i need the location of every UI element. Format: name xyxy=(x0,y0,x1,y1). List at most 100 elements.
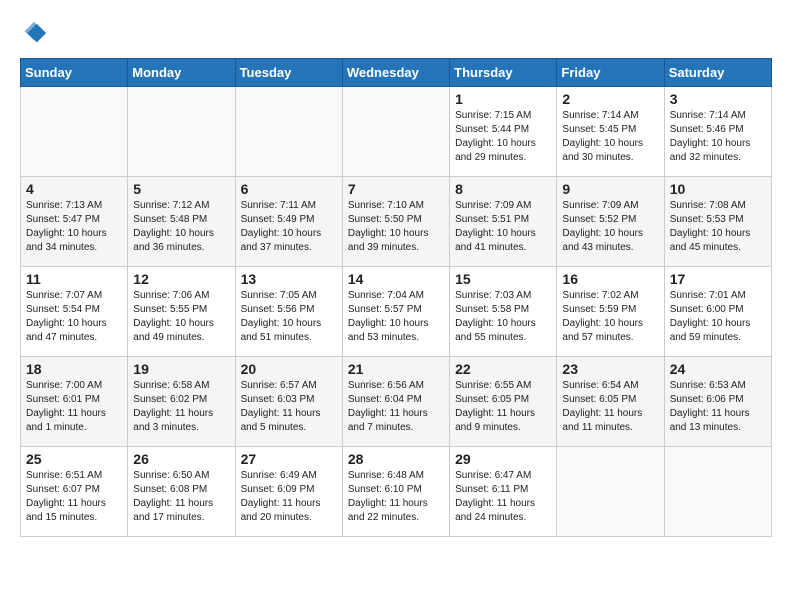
day-info: Sunrise: 6:48 AMSunset: 6:10 PMDaylight:… xyxy=(348,469,444,525)
calendar-cell: 19 Sunrise: 6:58 AMSunset: 6:02 PMDayligh… xyxy=(128,357,235,447)
day-info: Sunrise: 6:47 AMSunset: 6:11 PMDaylight:… xyxy=(455,469,551,525)
day-number: 15 xyxy=(455,271,551,287)
calendar-header: SundayMondayTuesdayWednesdayThursdayFrid… xyxy=(21,59,772,87)
calendar-cell xyxy=(128,87,235,177)
weekday-header-thursday: Thursday xyxy=(450,59,557,87)
calendar-cell: 20 Sunrise: 6:57 AMSunset: 6:03 PMDayligh… xyxy=(235,357,342,447)
day-info: Sunrise: 6:51 AMSunset: 6:07 PMDaylight:… xyxy=(26,469,122,525)
day-info: Sunrise: 7:09 AMSunset: 5:52 PMDaylight:… xyxy=(562,199,658,255)
day-info: Sunrise: 7:06 AMSunset: 5:55 PMDaylight:… xyxy=(133,289,229,345)
day-number: 10 xyxy=(670,181,766,197)
calendar-cell: 28 Sunrise: 6:48 AMSunset: 6:10 PMDayligh… xyxy=(342,447,449,537)
day-info: Sunrise: 6:58 AMSunset: 6:02 PMDaylight:… xyxy=(133,379,229,435)
calendar-cell: 25 Sunrise: 6:51 AMSunset: 6:07 PMDayligh… xyxy=(21,447,128,537)
calendar-cell xyxy=(342,87,449,177)
day-info: Sunrise: 7:08 AMSunset: 5:53 PMDaylight:… xyxy=(670,199,766,255)
day-info: Sunrise: 7:14 AMSunset: 5:46 PMDaylight:… xyxy=(670,109,766,165)
day-number: 24 xyxy=(670,361,766,377)
day-number: 12 xyxy=(133,271,229,287)
day-number: 3 xyxy=(670,91,766,107)
day-info: Sunrise: 7:05 AMSunset: 5:56 PMDaylight:… xyxy=(241,289,337,345)
calendar-cell: 14 Sunrise: 7:04 AMSunset: 5:57 PMDayligh… xyxy=(342,267,449,357)
calendar-cell xyxy=(664,447,771,537)
calendar-week-row: 1Sunrise: 7:15 AMSunset: 5:44 PMDaylight… xyxy=(21,87,772,177)
calendar-cell: 13 Sunrise: 7:05 AMSunset: 5:56 PMDayligh… xyxy=(235,267,342,357)
day-info: Sunrise: 7:07 AMSunset: 5:54 PMDaylight:… xyxy=(26,289,122,345)
calendar-cell: 24 Sunrise: 6:53 AMSunset: 6:06 PMDayligh… xyxy=(664,357,771,447)
day-number: 17 xyxy=(670,271,766,287)
calendar-cell: 29 Sunrise: 6:47 AMSunset: 6:11 PMDayligh… xyxy=(450,447,557,537)
day-number: 25 xyxy=(26,451,122,467)
day-number: 29 xyxy=(455,451,551,467)
day-info: Sunrise: 6:56 AMSunset: 6:04 PMDaylight:… xyxy=(348,379,444,435)
day-info: Sunrise: 7:00 AMSunset: 6:01 PMDaylight:… xyxy=(26,379,122,435)
calendar-cell: 17 Sunrise: 7:01 AMSunset: 6:00 PMDayligh… xyxy=(664,267,771,357)
day-number: 9 xyxy=(562,181,658,197)
day-number: 8 xyxy=(455,181,551,197)
weekday-header-row: SundayMondayTuesdayWednesdayThursdayFrid… xyxy=(21,59,772,87)
weekday-header-sunday: Sunday xyxy=(21,59,128,87)
day-number: 16 xyxy=(562,271,658,287)
calendar-cell: 15 Sunrise: 7:03 AMSunset: 5:58 PMDayligh… xyxy=(450,267,557,357)
calendar-cell: 3 Sunrise: 7:14 AMSunset: 5:46 PMDaylight… xyxy=(664,87,771,177)
calendar-cell xyxy=(21,87,128,177)
day-info: Sunrise: 7:04 AMSunset: 5:57 PMDaylight:… xyxy=(348,289,444,345)
calendar-week-row: 25 Sunrise: 6:51 AMSunset: 6:07 PMDayligh… xyxy=(21,447,772,537)
logo-icon xyxy=(20,20,48,48)
day-info: Sunrise: 6:57 AMSunset: 6:03 PMDaylight:… xyxy=(241,379,337,435)
day-number: 21 xyxy=(348,361,444,377)
calendar-cell: 7 Sunrise: 7:10 AMSunset: 5:50 PMDaylight… xyxy=(342,177,449,267)
day-info: Sunrise: 6:55 AMSunset: 6:05 PMDaylight:… xyxy=(455,379,551,435)
day-info: Sunrise: 7:10 AMSunset: 5:50 PMDaylight:… xyxy=(348,199,444,255)
weekday-header-friday: Friday xyxy=(557,59,664,87)
day-info: Sunrise: 6:50 AMSunset: 6:08 PMDaylight:… xyxy=(133,469,229,525)
day-info: Sunrise: 7:02 AMSunset: 5:59 PMDaylight:… xyxy=(562,289,658,345)
calendar-cell: 16 Sunrise: 7:02 AMSunset: 5:59 PMDayligh… xyxy=(557,267,664,357)
day-number: 6 xyxy=(241,181,337,197)
day-info: Sunrise: 7:12 AMSunset: 5:48 PMDaylight:… xyxy=(133,199,229,255)
day-info: Sunrise: 7:11 AMSunset: 5:49 PMDaylight:… xyxy=(241,199,337,255)
day-number: 26 xyxy=(133,451,229,467)
day-number: 28 xyxy=(348,451,444,467)
day-number: 18 xyxy=(26,361,122,377)
day-info: Sunrise: 7:09 AMSunset: 5:51 PMDaylight:… xyxy=(455,199,551,255)
weekday-header-saturday: Saturday xyxy=(664,59,771,87)
calendar-week-row: 18 Sunrise: 7:00 AMSunset: 6:01 PMDayligh… xyxy=(21,357,772,447)
day-info: Sunrise: 7:01 AMSunset: 6:00 PMDaylight:… xyxy=(670,289,766,345)
calendar-cell: 10 Sunrise: 7:08 AMSunset: 5:53 PMDayligh… xyxy=(664,177,771,267)
calendar-cell: 1Sunrise: 7:15 AMSunset: 5:44 PMDaylight… xyxy=(450,87,557,177)
calendar-cell: 4 Sunrise: 7:13 AMSunset: 5:47 PMDaylight… xyxy=(21,177,128,267)
day-info: Sunrise: 6:54 AMSunset: 6:05 PMDaylight:… xyxy=(562,379,658,435)
weekday-header-monday: Monday xyxy=(128,59,235,87)
day-number: 1 xyxy=(455,91,551,107)
weekday-header-tuesday: Tuesday xyxy=(235,59,342,87)
calendar-cell: 6 Sunrise: 7:11 AMSunset: 5:49 PMDaylight… xyxy=(235,177,342,267)
calendar-cell xyxy=(235,87,342,177)
calendar-cell: 21 Sunrise: 6:56 AMSunset: 6:04 PMDayligh… xyxy=(342,357,449,447)
day-number: 7 xyxy=(348,181,444,197)
logo xyxy=(20,20,52,48)
calendar-cell: 26 Sunrise: 6:50 AMSunset: 6:08 PMDayligh… xyxy=(128,447,235,537)
day-number: 2 xyxy=(562,91,658,107)
day-number: 5 xyxy=(133,181,229,197)
day-info: Sunrise: 7:14 AMSunset: 5:45 PMDaylight:… xyxy=(562,109,658,165)
calendar-cell: 5 Sunrise: 7:12 AMSunset: 5:48 PMDaylight… xyxy=(128,177,235,267)
day-info: Sunrise: 6:53 AMSunset: 6:06 PMDaylight:… xyxy=(670,379,766,435)
calendar-week-row: 11Sunrise: 7:07 AMSunset: 5:54 PMDayligh… xyxy=(21,267,772,357)
calendar-cell: 2 Sunrise: 7:14 AMSunset: 5:45 PMDaylight… xyxy=(557,87,664,177)
calendar-cell: 18 Sunrise: 7:00 AMSunset: 6:01 PMDayligh… xyxy=(21,357,128,447)
day-number: 20 xyxy=(241,361,337,377)
calendar-body: 1Sunrise: 7:15 AMSunset: 5:44 PMDaylight… xyxy=(21,87,772,537)
day-info: Sunrise: 7:13 AMSunset: 5:47 PMDaylight:… xyxy=(26,199,122,255)
day-number: 13 xyxy=(241,271,337,287)
calendar-cell: 8 Sunrise: 7:09 AMSunset: 5:51 PMDaylight… xyxy=(450,177,557,267)
day-info: Sunrise: 7:03 AMSunset: 5:58 PMDaylight:… xyxy=(455,289,551,345)
calendar-cell: 12 Sunrise: 7:06 AMSunset: 5:55 PMDayligh… xyxy=(128,267,235,357)
day-number: 14 xyxy=(348,271,444,287)
day-number: 4 xyxy=(26,181,122,197)
weekday-header-wednesday: Wednesday xyxy=(342,59,449,87)
calendar-week-row: 4 Sunrise: 7:13 AMSunset: 5:47 PMDaylight… xyxy=(21,177,772,267)
calendar-cell: 23Sunrise: 6:54 AMSunset: 6:05 PMDayligh… xyxy=(557,357,664,447)
day-number: 19 xyxy=(133,361,229,377)
calendar-cell xyxy=(557,447,664,537)
